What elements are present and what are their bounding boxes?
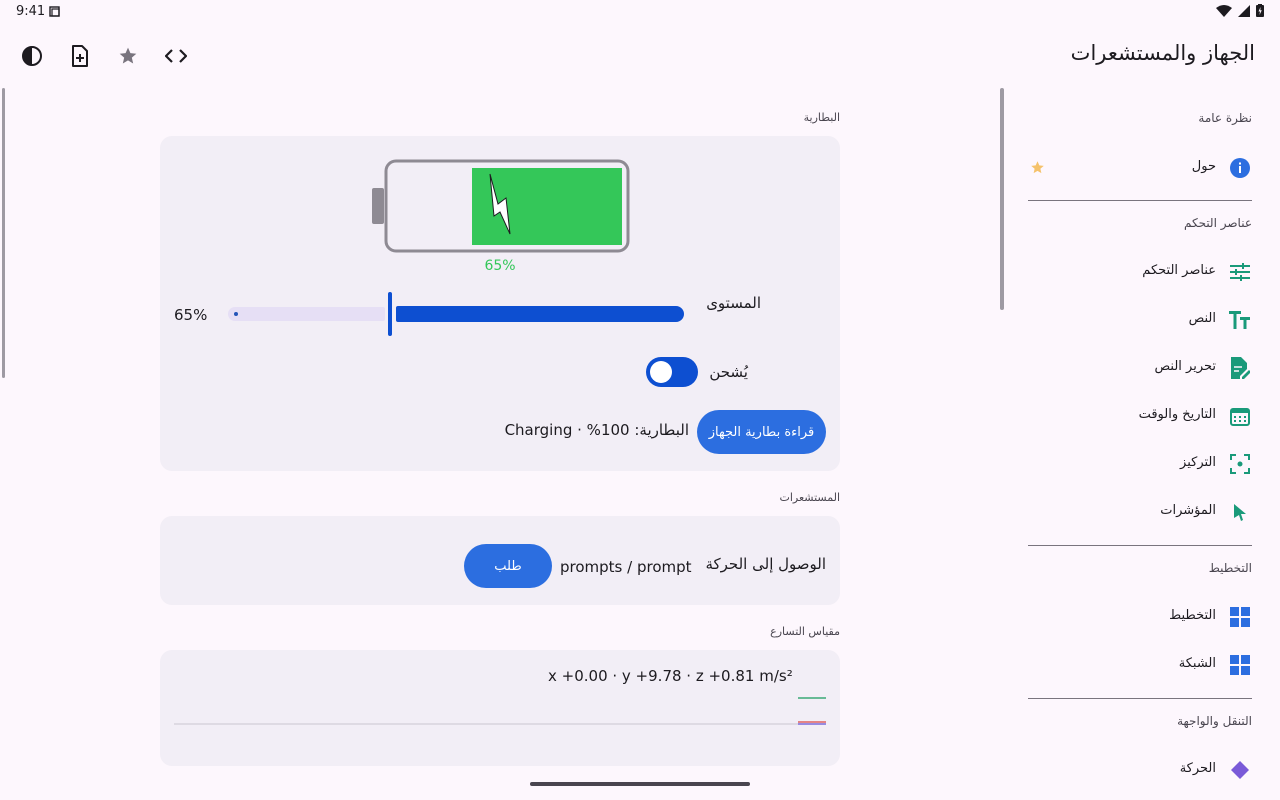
charging-toggle[interactable] — [646, 357, 698, 387]
accelerometer-readout: x +0.00 · y +9.78 · z +0.81 m/s² — [548, 667, 793, 685]
calendar-icon — [1228, 404, 1252, 428]
sidebar-item-text-edit[interactable]: تحرير النص — [1016, 348, 1280, 388]
grid-icon — [1228, 653, 1252, 677]
layout-icon — [1228, 605, 1252, 629]
screenshot-icon — [49, 6, 60, 17]
sidebar-item-date-time[interactable]: التاريخ والوقت — [1016, 396, 1280, 436]
request-button[interactable]: طلب — [464, 544, 552, 588]
battery-percent-caption: 65% — [484, 258, 516, 274]
level-slider-active-track[interactable] — [396, 306, 684, 322]
battery-graphic — [372, 159, 630, 253]
sidebar-item-label: عناصر التحكم — [1142, 263, 1216, 278]
sidebar-item-label: التركيز — [1180, 455, 1216, 470]
contrast-icon[interactable] — [8, 32, 56, 80]
level-value: 65% — [174, 306, 208, 324]
battery-readout: البطارية: 100% · Charging — [504, 421, 689, 439]
add-page-icon[interactable] — [56, 32, 104, 80]
accelerometer-card: x +0.00 · y +9.78 · z +0.81 m/s² — [160, 650, 840, 766]
info-icon — [1228, 156, 1252, 180]
sidebar-item-about[interactable]: حول — [1016, 148, 1280, 188]
sidebar-group-layout: التخطيط — [1208, 561, 1252, 575]
sidebar-item-label: النص — [1188, 311, 1216, 326]
sidebar-item-label: الشبكة — [1178, 656, 1216, 671]
code-icon[interactable] — [152, 32, 200, 80]
sensors-section-label: المستشعرات — [779, 491, 841, 504]
sidebar-item-grid[interactable]: الشبكة — [1016, 645, 1280, 685]
sidebar-item-controls[interactable]: عناصر التحكم — [1016, 252, 1280, 292]
edit-document-icon — [1228, 356, 1252, 380]
sidebar-group-navigation: التنقل والواجهة — [1177, 714, 1252, 728]
star-icon[interactable] — [104, 32, 152, 80]
slider-stop-indicator — [234, 312, 238, 316]
sidebar-group-overview: نظرة عامة — [1198, 111, 1252, 125]
sidebar-divider — [1028, 698, 1252, 699]
sidebar-item-layout[interactable]: التخطيط — [1016, 597, 1280, 637]
page-title: الجهاز والمستشعرات — [1070, 41, 1255, 65]
sidebar-divider — [1028, 545, 1252, 546]
sidebar-item-label: تحرير النص — [1154, 359, 1216, 374]
sidebar-group-controls: عناصر التحكم — [1183, 216, 1252, 230]
toggle-knob — [650, 361, 672, 383]
focus-icon — [1228, 452, 1252, 476]
motion-access-label: الوصول إلى الحركة — [705, 555, 826, 573]
accelerometer-section-label: مقياس التسارع — [770, 625, 840, 638]
sliders-icon — [1228, 260, 1252, 284]
star-icon — [1030, 160, 1045, 179]
wifi-icon — [1216, 4, 1232, 17]
sidebar-item-label: التخطيط — [1169, 608, 1216, 623]
cellular-icon — [1238, 4, 1250, 17]
status-time: 9:41 — [16, 4, 46, 19]
sidebar-divider — [1028, 200, 1252, 201]
home-indicator[interactable] — [530, 782, 750, 786]
status-bar: 9:41 — [0, 0, 1280, 24]
text-size-icon — [1228, 308, 1252, 332]
sidebar-item-focus[interactable]: التركيز — [1016, 444, 1280, 484]
sidebar-nav: نظرة عامة حول عناصر التحكم عناصر التحكم … — [1016, 88, 1280, 800]
navigation-icon — [1228, 758, 1252, 782]
pointer-icon — [1228, 500, 1252, 524]
level-slider-track[interactable] — [228, 307, 385, 321]
sidebar-item-text[interactable]: النص — [1016, 300, 1280, 340]
charging-label: يُشحن — [709, 363, 748, 381]
sidebar-item-label: الحركة — [1179, 761, 1216, 776]
motion-access-value: prompts / prompt — [560, 558, 692, 576]
level-label: المستوى — [706, 294, 761, 312]
sensors-card: الوصول إلى الحركة prompts / prompt طلب — [160, 516, 840, 605]
level-slider-thumb[interactable] — [388, 292, 392, 336]
accelerometer-graph — [174, 697, 826, 725]
sidebar-item-label: المؤشرات — [1160, 503, 1216, 518]
sidebar-item-navigation[interactable]: الحركة — [1016, 750, 1280, 790]
top-app-bar: الجهاز والمستشعرات — [0, 32, 1280, 80]
content-scrollbar[interactable] — [1000, 88, 1004, 310]
battery-status-icon — [1256, 4, 1264, 17]
battery-card: 65% المستوى 65% يُشحن قراءة بطارية الجها… — [160, 136, 840, 471]
battery-section-label: البطارية — [803, 111, 840, 124]
sidebar-item-label: حول — [1191, 159, 1216, 174]
left-scrollbar[interactable] — [2, 88, 5, 378]
sidebar-item-label: التاريخ والوقت — [1138, 407, 1216, 422]
read-battery-button[interactable]: قراءة بطارية الجهاز — [697, 410, 826, 454]
sidebar-item-pointers[interactable]: المؤشرات — [1016, 492, 1280, 532]
